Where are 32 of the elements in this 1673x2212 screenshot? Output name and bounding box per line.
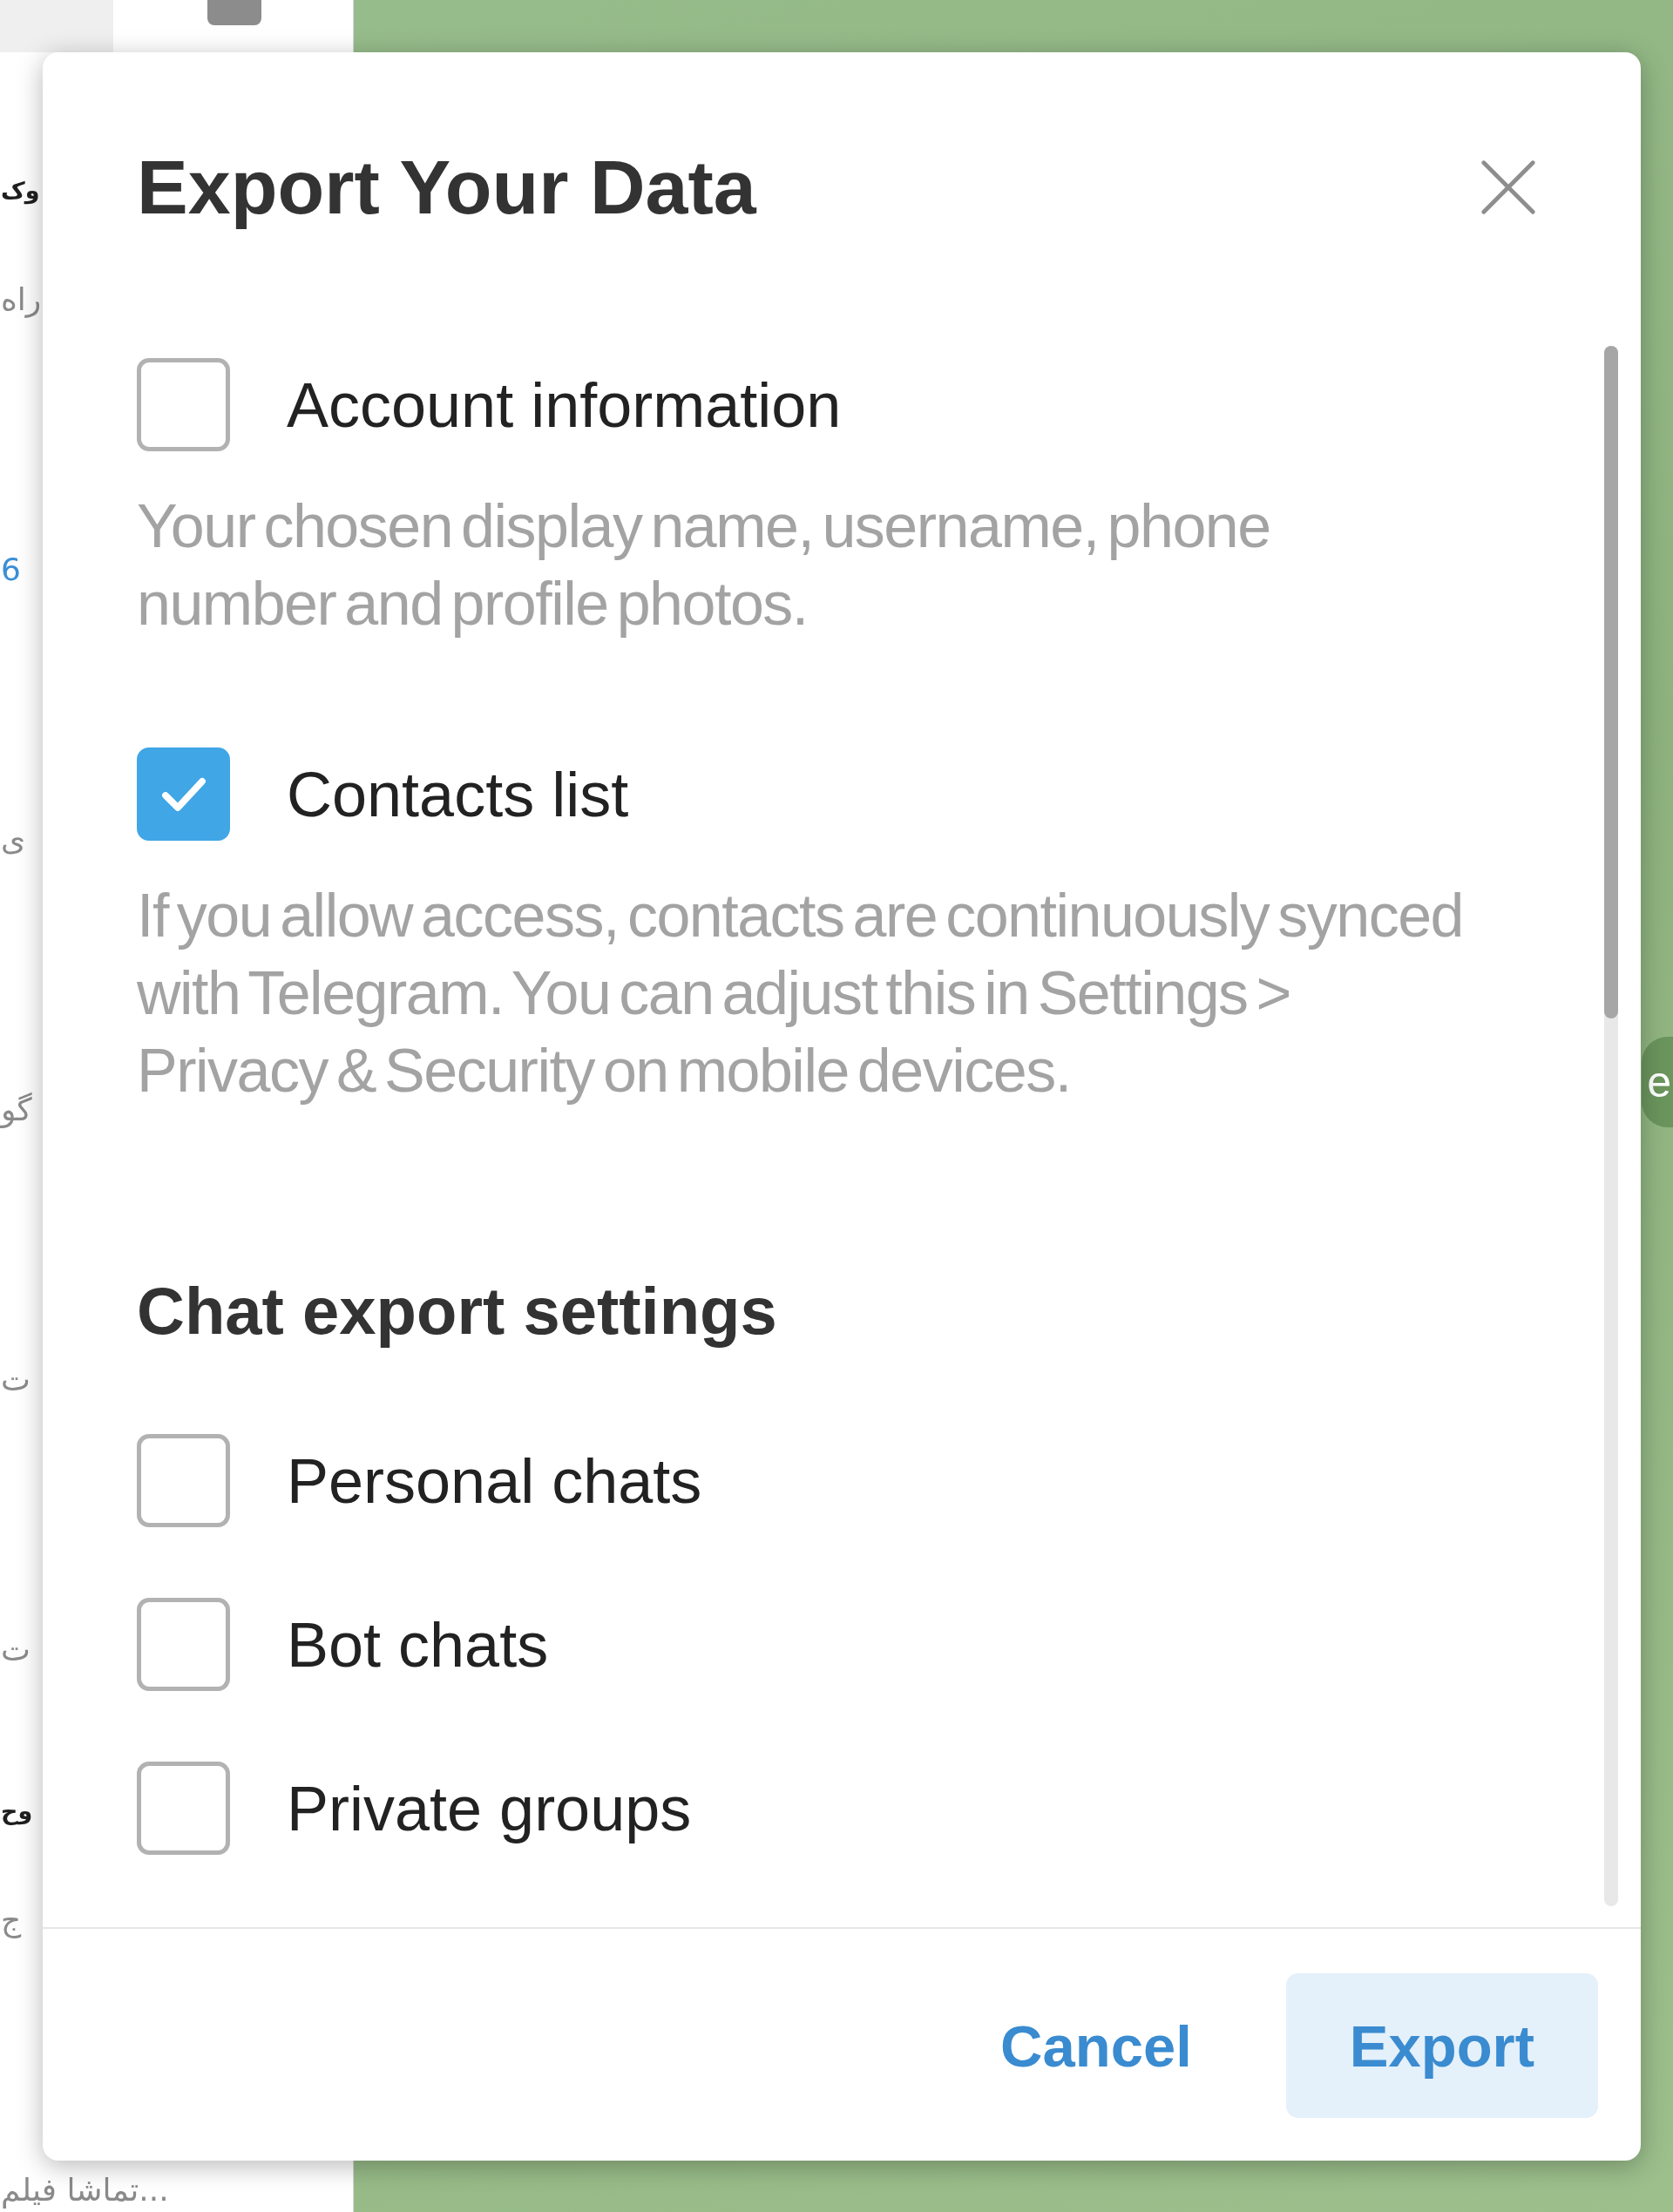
service-message: e <box>1642 1037 1673 1127</box>
checkbox-label[interactable]: Bot chats <box>287 1605 549 1684</box>
checkbox-label[interactable]: Personal chats <box>287 1441 702 1520</box>
close-icon <box>1481 160 1535 214</box>
checkbox[interactable] <box>137 1762 230 1855</box>
checkmark-icon <box>160 776 207 812</box>
square-icon[interactable] <box>207 0 261 25</box>
checkbox-label[interactable]: Private groups <box>287 1769 692 1848</box>
option-description: Your chosen display name, username, phone number and profile photos. <box>137 491 1271 639</box>
checkbox-label[interactable]: Contacts list <box>287 754 629 834</box>
checkbox[interactable] <box>137 358 230 451</box>
checkbox[interactable] <box>137 1434 230 1527</box>
chat-preview: ت <box>1 1361 30 1399</box>
scrollbar-thumb[interactable] <box>1604 346 1618 1018</box>
scrollbar[interactable] <box>1604 346 1618 1906</box>
close-button[interactable] <box>1481 160 1535 214</box>
chat-preview: تماشا فیلم... <box>1 2171 169 2209</box>
option-description: If you allow access, contacts are continuously synced with Telegram. You can adjust this in Settings > Privacy & Security on mobile devices. <box>137 881 1464 1106</box>
chat-preview: ت <box>1 1631 30 1669</box>
section-heading: Chat export settings <box>137 1273 777 1350</box>
chat-name: وح <box>1 1796 33 1827</box>
checkbox[interactable] <box>137 747 230 841</box>
cancel-button[interactable]: Cancel <box>937 1973 1256 2118</box>
chat-name: وک <box>1 176 40 206</box>
chat-preview: 6 <box>1 551 21 589</box>
checkbox[interactable] <box>137 1598 230 1691</box>
dialog-title: Export Your Data <box>137 143 756 232</box>
chat-preview: ج <box>1 1901 22 1939</box>
chat-preview: راه <box>1 281 42 319</box>
chat-preview: ی <box>1 821 26 859</box>
checkbox-label[interactable]: Account information <box>287 365 842 444</box>
chat-preview: گو <box>1 1091 32 1129</box>
